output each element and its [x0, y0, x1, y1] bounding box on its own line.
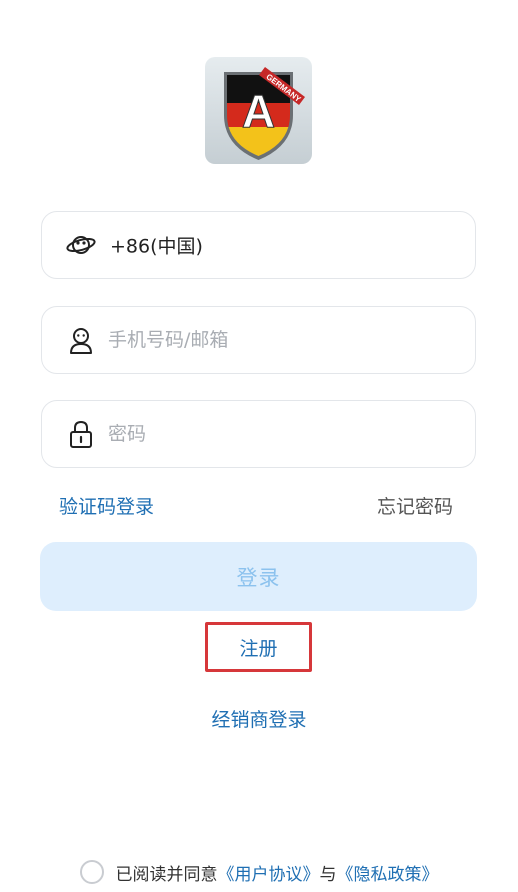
account-field[interactable]: [41, 306, 476, 374]
password-field[interactable]: [41, 400, 476, 468]
user-icon: [66, 325, 96, 355]
app-logo: GERMANY A: [205, 57, 312, 164]
privacy-policy-link[interactable]: 《隐私政策》: [337, 860, 439, 885]
country-code-value: +86(中国): [110, 235, 203, 258]
sms-code-login-link[interactable]: 验证码登录: [59, 492, 154, 519]
dealer-login-link[interactable]: 经销商登录: [0, 705, 518, 732]
forgot-password-link[interactable]: 忘记密码: [377, 492, 453, 519]
logo-letter: A: [242, 85, 275, 137]
register-label: 注册: [239, 637, 278, 660]
country-code-selector[interactable]: +86(中国): [41, 211, 476, 279]
agreement-prefix: 已阅读并同意: [115, 864, 218, 885]
password-input[interactable]: [108, 423, 459, 445]
register-button[interactable]: 注册: [205, 622, 312, 672]
agreement-joiner: 与: [319, 864, 337, 885]
login-button[interactable]: 登录: [40, 542, 477, 611]
globe-icon: [66, 230, 96, 260]
agreement-row: 已阅读并同意 《用户协议》 与 《隐私政策》: [0, 856, 518, 888]
agreement-checkbox[interactable]: [79, 860, 104, 884]
user-agreement-link[interactable]: 《用户协议》: [218, 860, 320, 885]
lock-icon: [66, 419, 96, 449]
account-input[interactable]: [108, 329, 459, 351]
